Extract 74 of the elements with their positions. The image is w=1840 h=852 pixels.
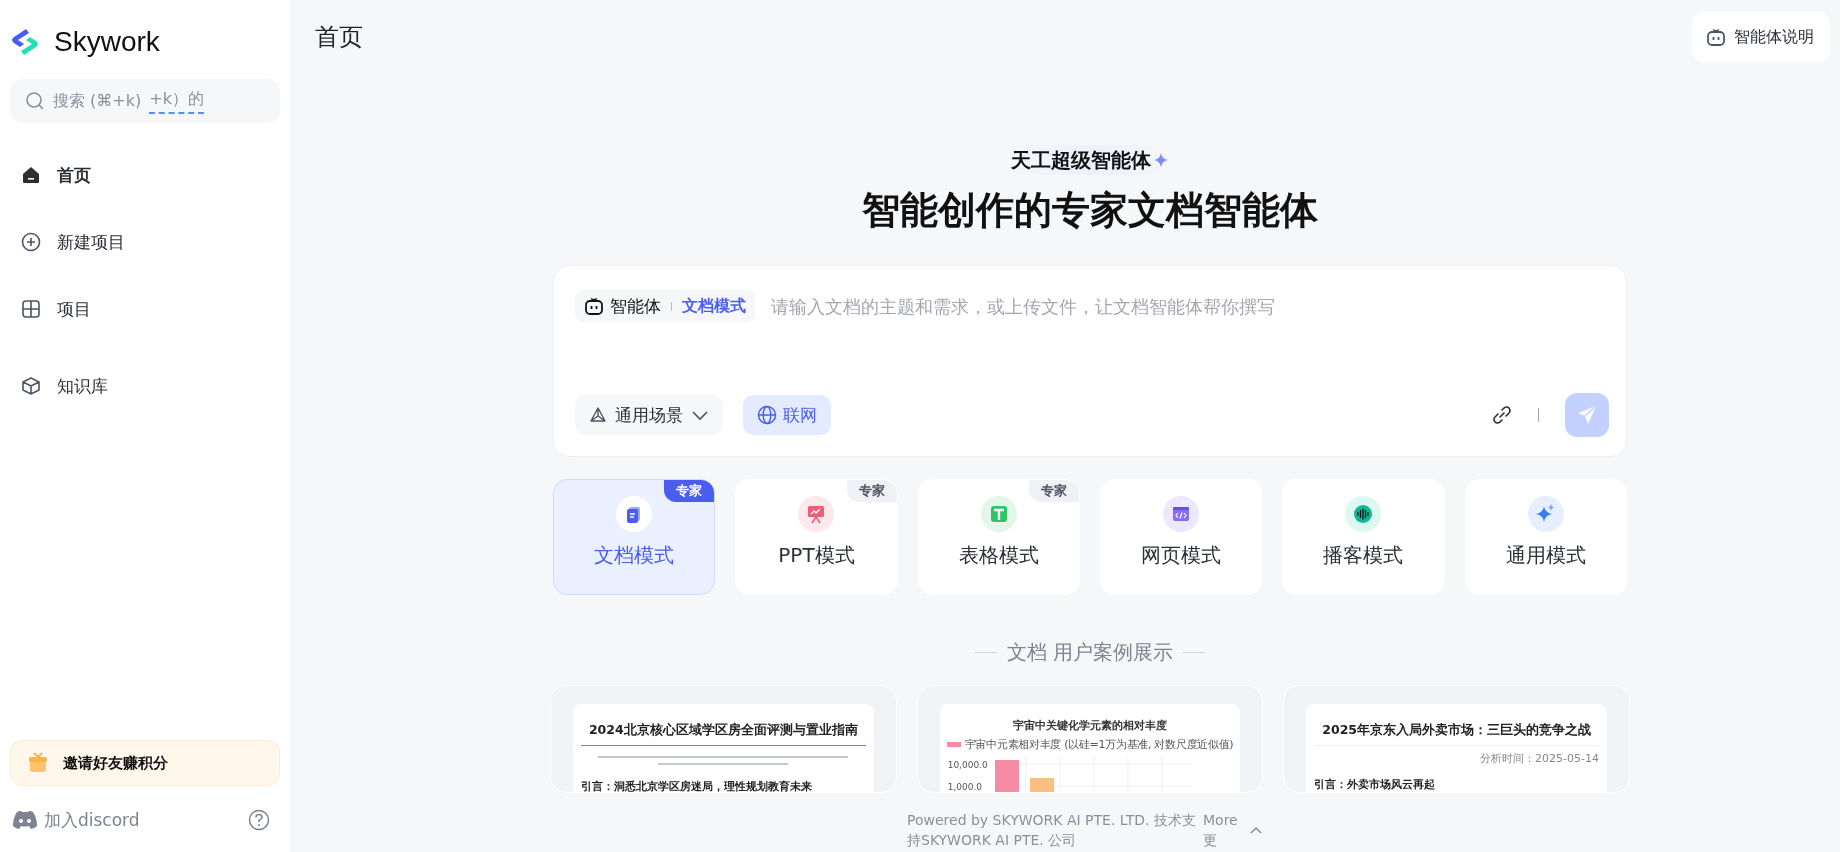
chevron-up-icon[interactable] <box>1249 825 1263 835</box>
case-card[interactable]: 宇宙中关键化学元素的相对丰度 宇宙中元素相对丰度 (以硅=1万为基准, 对数尺度近似值) 10,000.0 1,000.0 <box>916 685 1264 793</box>
sparkle-icon <box>1527 496 1564 532</box>
chart-title: 宇宙中关键化学元素的相对丰度 <box>1013 718 1167 733</box>
document-date: 分析时间：2025-05-14 <box>1480 751 1599 766</box>
hero-heading: 智能创作的专家文档智能体 <box>862 187 1318 233</box>
legend-label: 宇宙中元素相对丰度 (以硅=1万为基准, 对数尺度近似值) <box>964 737 1234 752</box>
document-title: 2025年京东入局外卖市场：三巨头的竞争之战 <box>1322 722 1592 739</box>
mode-label: 文档模式 <box>682 295 746 317</box>
help-icon[interactable] <box>248 809 270 831</box>
nav-item[interactable]: 知识库 <box>0 366 108 406</box>
nav-item[interactable]: 新建项目 <box>0 222 125 262</box>
page-title: 首页 <box>315 22 363 53</box>
home-icon <box>21 165 41 185</box>
mode-label: 表格模式 <box>958 542 1039 569</box>
logo-text: Skywork <box>54 26 160 58</box>
mode-label: 网页模式 <box>1141 542 1222 569</box>
document-intro: 引言：洞悉北京学区房迷局，理性规划教育未来 <box>581 780 812 792</box>
globe-icon <box>757 405 777 425</box>
chevron-down-icon <box>691 409 709 421</box>
agent-mode-chip[interactable]: 智能体 文档模式 <box>575 290 755 322</box>
mode-card[interactable]: 播客模式 <box>1282 479 1445 595</box>
prompt-input[interactable]: 请输入文档的主题和需求，或上传文件，让文档智能体帮你撰写 <box>771 295 1609 317</box>
plus-circle-icon <box>21 232 41 252</box>
gift-icon <box>27 752 49 774</box>
document-icon <box>616 496 653 532</box>
search-placeholder: 搜索 (⌘+k) <box>53 90 142 112</box>
mode-label: 通用模式 <box>1505 542 1586 569</box>
link-icon <box>1492 405 1512 425</box>
grid-icon <box>21 299 41 319</box>
expert-tag: 专家 <box>664 480 715 502</box>
scene-dropdown[interactable]: 通用场景 <box>575 395 723 435</box>
cube-icon <box>21 376 41 396</box>
discord-icon <box>12 810 38 830</box>
attach-button[interactable] <box>1492 405 1512 425</box>
mode-card[interactable]: 通用模式 <box>1464 479 1627 595</box>
sparkle-icon <box>1153 152 1169 168</box>
agent-label: 智能体 <box>610 294 661 318</box>
mode-label: 文档模式 <box>594 542 675 569</box>
badge-text: 天工超级智能体 <box>1011 146 1151 174</box>
mode-card[interactable]: 专家 表格模式 <box>917 479 1080 595</box>
footer-text: Powered by SKYWORK AI PTE. LTD. 技术支持SKYWORK AI PTE. 公司 <box>907 811 1197 850</box>
nav-item[interactable]: 项目 <box>0 289 91 329</box>
section-title: 文档 用户案例展示 <box>1006 639 1174 666</box>
axis-tick: 1,000.0 <box>947 782 983 792</box>
legend-swatch <box>946 742 961 747</box>
invite-button[interactable]: 邀请好友赚积分 <box>10 740 280 786</box>
axis-tick: 10,000.0 <box>947 760 988 770</box>
agent-info-button[interactable]: 智能体说明 <box>1692 12 1830 62</box>
expert-tag: 专家 <box>1029 480 1079 502</box>
discord-link[interactable]: 加入discord <box>12 808 140 832</box>
mode-card[interactable]: 网页模式 <box>1100 479 1263 595</box>
triangle-icon <box>589 406 607 424</box>
send-icon <box>1576 404 1598 426</box>
table-icon <box>980 496 1017 532</box>
presentation-icon <box>798 496 835 532</box>
logo-icon <box>10 27 40 57</box>
document-title: 2024北京核心区域学区房全面评测与置业指南 <box>588 722 858 739</box>
mode-card[interactable]: 专家 PPT模式 <box>735 479 898 595</box>
mode-label: PPT模式 <box>778 542 855 569</box>
expert-tag: 专家 <box>846 480 897 502</box>
browser-code-icon <box>1163 496 1200 532</box>
waveform-icon <box>1345 496 1382 532</box>
search-icon <box>25 91 45 111</box>
web-search-toggle[interactable]: 联网 <box>743 395 831 435</box>
robot-icon <box>1706 28 1726 46</box>
composition-text: +k）的 <box>149 88 204 114</box>
mode-label: 播客模式 <box>1323 542 1404 569</box>
mode-card[interactable]: 专家 文档模式 <box>553 479 716 595</box>
case-card[interactable]: 2025年京东入局外卖市场：三巨头的竞争之战 分析时间：2025-05-14 引言：外卖市场风云再起 <box>1283 685 1630 793</box>
robot-icon <box>584 297 604 315</box>
document-intro: 引言：外卖市场风云再起 <box>1314 778 1436 792</box>
nav-item[interactable]: 首页 <box>0 155 91 195</box>
case-card[interactable]: 2024北京核心区域学区房全面评测与置业指南 引言：洞悉北京学区房迷局，理性规划教育未来 <box>550 685 897 793</box>
